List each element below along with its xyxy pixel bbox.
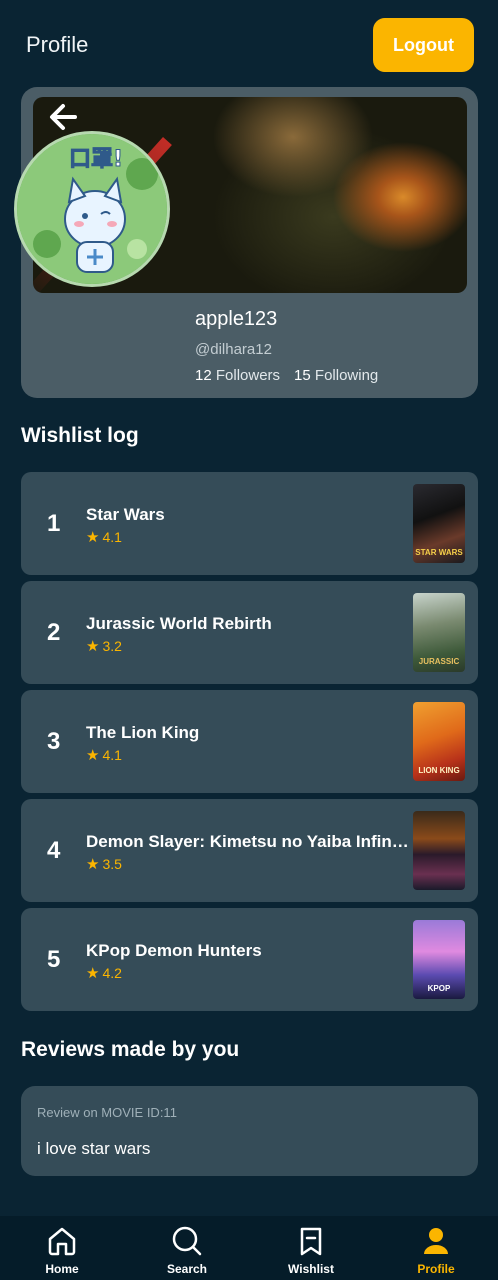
wishlist-item[interactable]: 3 The Lion King ★ 4.1 LION KING <box>21 690 478 793</box>
nav-profile[interactable]: Profile <box>391 1216 481 1280</box>
wishlist-rank: 5 <box>47 946 61 973</box>
movie-poster: LION KING <box>413 702 465 781</box>
profile-username: apple123 <box>195 308 278 330</box>
star-icon: ★ <box>86 747 100 764</box>
avatar[interactable]: 口罩! <box>14 131 170 287</box>
review-text: i love star wars <box>37 1139 151 1158</box>
movie-poster: KPOP <box>413 920 465 999</box>
wishlist-item[interactable]: 2 Jurassic World Rebirth ★ 3.2 JURASSIC <box>21 581 478 684</box>
search-icon <box>172 1226 202 1256</box>
wishlist-title: Demon Slayer: Kimetsu no Yaiba Infinity … <box>86 832 411 851</box>
wishlist-title: Star Wars <box>86 505 165 524</box>
wishlist-title: KPop Demon Hunters <box>86 941 262 960</box>
avatar-illustration: 口罩! <box>17 134 167 284</box>
wishlist-item[interactable]: 1 Star Wars ★ 4.1 STAR WARS <box>21 472 478 575</box>
back-arrow-icon[interactable] <box>45 99 81 135</box>
wishlist-rating: ★ 3.5 <box>86 856 122 873</box>
wishlist-rank: 3 <box>47 728 61 755</box>
star-icon: ★ <box>86 529 100 546</box>
logout-button[interactable]: Logout <box>373 18 474 72</box>
wishlist-item[interactable]: 5 KPop Demon Hunters ★ 4.2 KPOP <box>21 908 478 1011</box>
wishlist-rank: 2 <box>47 619 61 646</box>
nav-wishlist[interactable]: Wishlist <box>266 1216 356 1280</box>
user-icon <box>424 1228 448 1254</box>
movie-poster: JURASSIC <box>413 593 465 672</box>
star-icon: ★ <box>86 856 100 873</box>
movie-poster: STAR WARS <box>413 484 465 563</box>
wishlist-title: Jurassic World Rebirth <box>86 614 272 633</box>
svg-text:口罩!: 口罩! <box>69 147 123 172</box>
review-card[interactable]: Review on MOVIE ID:11 i love star wars <box>21 1086 478 1176</box>
home-icon <box>48 1227 76 1256</box>
follow-stats: 12 Followers 15 Following <box>195 367 378 384</box>
wishlist-rating: ★ 4.1 <box>86 747 122 764</box>
following-stat[interactable]: 15 Following <box>294 367 378 384</box>
wishlist-section-title: Wishlist log <box>21 424 139 447</box>
wishlist-title: The Lion King <box>86 723 200 742</box>
star-icon: ★ <box>86 965 100 982</box>
bookmark-icon <box>300 1227 322 1256</box>
wishlist-rating: ★ 3.2 <box>86 638 122 655</box>
wishlist-rank: 1 <box>47 510 61 537</box>
bottom-nav: Home Search Wishlist Profile <box>0 1216 498 1280</box>
star-icon: ★ <box>86 638 100 655</box>
wishlist-rating: ★ 4.1 <box>86 529 122 546</box>
nav-search[interactable]: Search <box>142 1216 232 1280</box>
movie-poster <box>413 811 465 890</box>
review-meta: Review on MOVIE ID:11 <box>37 1105 177 1120</box>
wishlist-rating: ★ 4.2 <box>86 965 122 982</box>
page-title: Profile <box>26 32 89 57</box>
wishlist-rank: 4 <box>47 837 61 864</box>
followers-stat[interactable]: 12 Followers <box>195 367 280 384</box>
nav-home[interactable]: Home <box>17 1216 107 1280</box>
wishlist-item[interactable]: 4 Demon Slayer: Kimetsu no Yaiba Infinit… <box>21 799 478 902</box>
profile-handle: @dilhara12 <box>195 341 272 358</box>
reviews-section-title: Reviews made by you <box>21 1038 240 1061</box>
top-bar: Profile Logout <box>0 0 498 90</box>
